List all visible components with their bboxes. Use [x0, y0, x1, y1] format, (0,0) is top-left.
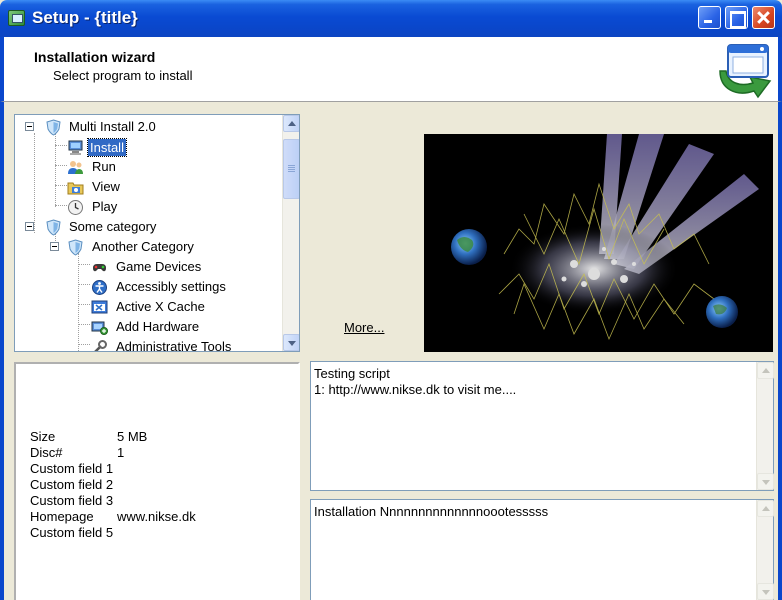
computer-icon — [68, 140, 83, 155]
chevron-up-icon — [762, 506, 770, 511]
info-key: Size — [30, 429, 56, 444]
tree-item-another-category[interactable]: Another Category — [15, 237, 283, 257]
installation-notes-textbox[interactable]: Installation Nnnnnnnnnnnnnnoootesssss — [310, 499, 774, 600]
hardware-icon — [91, 321, 108, 335]
tree-item-run[interactable]: Run — [15, 157, 283, 177]
tree-item-label: Some category — [69, 219, 157, 234]
wizard-header: Installation wizard Select program to in… — [0, 37, 782, 102]
minimize-icon — [699, 7, 720, 28]
install-wizard-icon — [719, 44, 772, 99]
close-icon — [753, 7, 774, 28]
tree-item-label: Game Devices — [116, 259, 202, 274]
more-info-link[interactable]: More... — [344, 320, 384, 335]
clock-icon — [68, 200, 83, 215]
shield-icon — [46, 119, 61, 136]
tree-item-view[interactable]: View — [15, 177, 283, 197]
tree-item-label: Play — [92, 199, 118, 214]
maximize-button[interactable] — [725, 6, 748, 29]
scroll-thumb[interactable] — [283, 139, 299, 199]
info-value: 5 MB — [117, 429, 148, 444]
program-preview-image — [424, 134, 773, 352]
tree-item-label: Install — [87, 138, 127, 157]
tree-item-label: Run — [92, 159, 116, 174]
scroll-up-button[interactable] — [757, 362, 774, 379]
info-key: Custom field 2 — [30, 477, 114, 492]
title-bar[interactable]: Setup - {title} — [0, 0, 782, 37]
shield-icon — [46, 219, 61, 236]
chevron-up-icon — [762, 368, 770, 373]
game-controller-icon — [93, 264, 106, 272]
script-scrollbar[interactable] — [756, 362, 774, 490]
collapse-toggle[interactable] — [50, 242, 59, 251]
accessibility-icon — [92, 280, 107, 295]
notes-scrollbar[interactable] — [756, 500, 774, 600]
info-key: Custom field 3 — [30, 493, 114, 508]
tree-item-accessibly-settings[interactable]: Accessibly settings — [15, 277, 283, 297]
tree-item-play[interactable]: Play — [15, 197, 283, 217]
admin-tools-icon — [94, 340, 107, 351]
space-scene-image — [424, 134, 773, 352]
tree-item-label: Administrative Tools — [116, 339, 232, 352]
chevron-down-icon — [762, 480, 770, 485]
installation-notes-text: Installation Nnnnnnnnnnnnnnoootesssss — [314, 504, 549, 519]
chevron-down-icon — [762, 590, 770, 595]
tree-item-label: Another Category — [92, 239, 194, 254]
scroll-up-button[interactable] — [757, 500, 774, 517]
tree-item-label: Add Hardware — [116, 319, 200, 334]
tree-item-active-x-cache[interactable]: Active X Cache — [15, 297, 283, 317]
activex-icon — [91, 300, 108, 314]
script-output-text: Testing script 1: http://www.nikse.dk to… — [314, 366, 517, 397]
window-frame-right — [778, 102, 782, 600]
program-tree[interactable]: Multi Install 2.0 Install Run View Play … — [14, 114, 300, 352]
users-icon — [68, 161, 83, 174]
header-title: Installation wizard — [34, 49, 156, 65]
scroll-down-button[interactable] — [757, 583, 774, 600]
program-info-panel: Size 5 MB Disc# 1 Custom field 1 Custom fi… — [14, 362, 300, 600]
scroll-down-button[interactable] — [757, 473, 774, 490]
tree-item-label: Multi Install 2.0 — [69, 119, 156, 134]
info-key: Custom field 1 — [30, 461, 114, 476]
script-output-textbox[interactable]: Testing script 1: http://www.nikse.dk to… — [310, 361, 774, 491]
tree-item-multi-install[interactable]: Multi Install 2.0 — [15, 117, 283, 137]
info-key: Homepage — [30, 509, 94, 524]
close-button[interactable] — [752, 6, 775, 29]
collapse-toggle[interactable] — [25, 222, 34, 231]
maximize-icon — [726, 7, 747, 28]
scroll-down-button[interactable] — [283, 334, 299, 351]
setup-app-icon[interactable] — [8, 10, 25, 26]
window-title: Setup - {title} — [32, 8, 138, 27]
tree-item-administrative-tools[interactable]: Administrative Tools — [15, 337, 283, 352]
info-key: Custom field 5 — [30, 525, 114, 540]
folder-view-icon — [67, 182, 84, 195]
tree-item-install[interactable]: Install — [15, 137, 283, 157]
tree-item-some-category[interactable]: Some category — [15, 217, 283, 237]
tree-scrollbar[interactable] — [282, 115, 299, 351]
tree-item-label: Active X Cache — [116, 299, 205, 314]
chevron-up-icon — [288, 121, 296, 126]
tree-item-add-hardware[interactable]: Add Hardware — [15, 317, 283, 337]
shield-icon — [68, 239, 83, 256]
window-frame-left — [0, 102, 4, 600]
info-value: 1 — [117, 445, 125, 460]
scroll-up-button[interactable] — [283, 115, 299, 132]
chevron-down-icon — [288, 341, 296, 346]
info-key: Disc# — [30, 445, 63, 460]
collapse-toggle[interactable] — [25, 122, 34, 131]
minimize-button[interactable] — [698, 6, 721, 29]
tree-item-game-devices[interactable]: Game Devices — [15, 257, 283, 277]
tree-item-label: View — [92, 179, 120, 194]
info-value: www.nikse.dk — [117, 509, 196, 524]
header-subtitle: Select program to install — [53, 68, 193, 83]
tree-item-label: Accessibly settings — [116, 279, 226, 294]
